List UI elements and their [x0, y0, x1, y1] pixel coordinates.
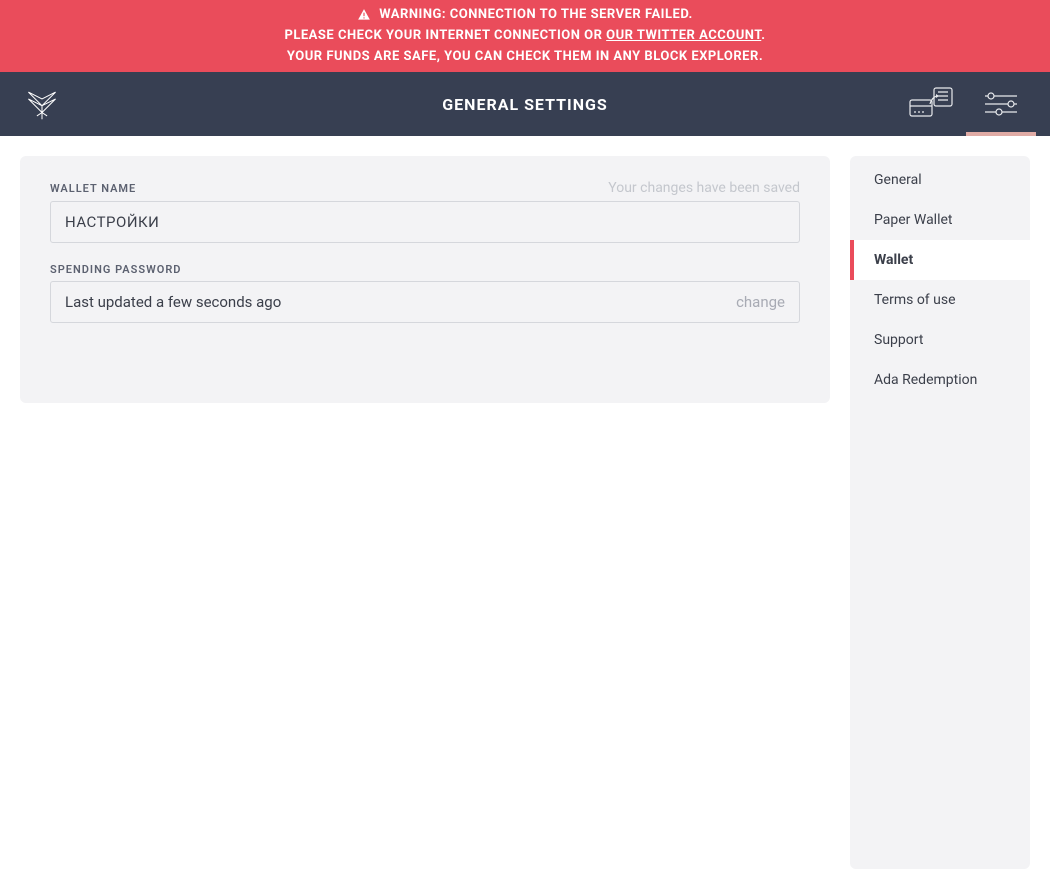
warning-line3-text: YOUR FUNDS ARE SAFE, YOU CAN CHECK THEM … [0, 46, 1050, 67]
warning-banner: WARNING: CONNECTION TO THE SERVER FAILED… [0, 0, 1050, 72]
change-password-link[interactable]: change [736, 293, 785, 311]
sidebar-item-paper-wallet[interactable]: Paper Wallet [850, 200, 1030, 240]
settings-card: WALLET NAME Your changes have been saved… [20, 156, 830, 403]
wallet-name-label: WALLET NAME [50, 182, 136, 195]
header-actions [896, 72, 1036, 136]
spending-password-field-group: SPENDING PASSWORD Last updated a few sec… [50, 263, 800, 323]
page-title: GENERAL SETTINGS [442, 95, 608, 114]
content-area: WALLET NAME Your changes have been saved… [0, 136, 1050, 889]
wallet-name-input[interactable] [50, 201, 800, 243]
saved-message: Your changes have been saved [608, 180, 800, 196]
spending-password-box: Last updated a few seconds ago change [50, 281, 800, 323]
app-header: GENERAL SETTINGS [0, 72, 1050, 136]
sidebar-item-general[interactable]: General [850, 156, 1030, 200]
sidebar-item-terms-of-use[interactable]: Terms of use [850, 280, 1030, 320]
warning-icon [357, 8, 371, 22]
sidebar-item-support[interactable]: Support [850, 320, 1030, 360]
warning-line2: PLEASE CHECK YOUR INTERNET CONNECTION OR… [0, 25, 1050, 46]
warning-line2-pre: PLEASE CHECK YOUR INTERNET CONNECTION OR [284, 28, 606, 43]
app-logo-icon[interactable] [25, 87, 59, 121]
sidebar-item-ada-redemption[interactable]: Ada Redemption [850, 360, 1030, 400]
nav-list: General Paper Wallet Wallet Terms of use… [850, 156, 1030, 869]
warning-line1-text: WARNING: CONNECTION TO THE SERVER FAILED… [379, 4, 693, 25]
spending-password-status: Last updated a few seconds ago [65, 293, 281, 311]
settings-sliders-icon[interactable] [966, 72, 1036, 136]
sidebar-item-wallet[interactable]: Wallet [850, 240, 1030, 280]
spending-password-label: SPENDING PASSWORD [50, 263, 181, 276]
wallet-name-field-group: WALLET NAME Your changes have been saved [50, 180, 800, 243]
twitter-account-link[interactable]: OUR TWITTER ACCOUNT [606, 28, 761, 43]
wallets-icon[interactable] [896, 72, 966, 136]
main-panel: WALLET NAME Your changes have been saved… [0, 136, 840, 889]
warning-line2-post: . [761, 28, 765, 43]
settings-sidebar: General Paper Wallet Wallet Terms of use… [840, 136, 1050, 889]
